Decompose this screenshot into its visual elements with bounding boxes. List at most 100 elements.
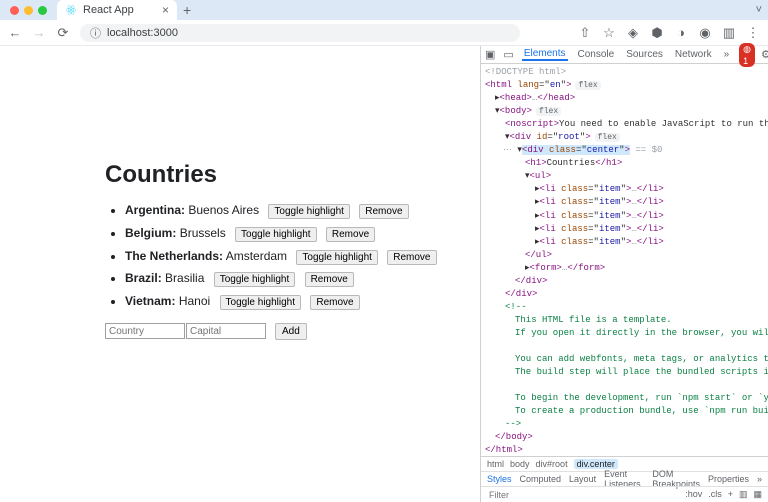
crumb-body[interactable]: body [510, 459, 530, 469]
window-maximize[interactable] [38, 6, 47, 15]
incognito-icon[interactable]: ◑ [674, 26, 688, 40]
country-capital: Brasilia [165, 271, 204, 285]
country-name: The Netherlands [125, 249, 219, 263]
country-input[interactable] [105, 323, 185, 339]
list-item: The Netherlands: Amsterdam Toggle highli… [125, 245, 405, 268]
country-name: Belgium [125, 226, 172, 240]
page-viewport: Countries Argentina: Buenos Aires Toggle… [0, 46, 480, 502]
bookmark-icon[interactable]: ☆ [602, 26, 616, 40]
tab-elements[interactable]: Elements [522, 48, 568, 61]
noscript-text: You need to enable JavaScript to run thi… [559, 119, 768, 129]
inspect-icon[interactable]: ▣ [485, 48, 495, 61]
toolbar-right: ⇧ ☆ ◈ ⬢ ◑ ◉ ▥ ⋮ [578, 26, 760, 40]
chevron-down-icon[interactable]: ˅ [756, 4, 762, 16]
device-toggle-icon[interactable]: ▭ [503, 48, 513, 61]
flex-badge: flex [595, 133, 620, 142]
back-icon[interactable]: ← [8, 26, 22, 40]
browser-window: React App × + ˅ ← → ⟳ ⓘ localhost:3000 ⇧… [0, 0, 768, 502]
toggle-highlight-button[interactable]: Toggle highlight [296, 250, 378, 265]
capital-input[interactable] [186, 323, 266, 339]
list-item: Belgium: Brussels Toggle highlight Remov… [125, 222, 405, 245]
content-area: Countries Argentina: Buenos Aires Toggle… [0, 46, 768, 502]
list-item: Brazil: Brasilia Toggle highlight Remove [125, 267, 405, 290]
tab-layout[interactable]: Layout [569, 474, 596, 484]
selected-indicator: == $0 [630, 145, 662, 155]
remove-button[interactable]: Remove [326, 227, 375, 242]
devtools-panel: ▣ ▭ Elements Console Sources Network » ◍… [480, 46, 768, 502]
computed-panel-icon[interactable]: ▥ [739, 489, 748, 500]
toggle-highlight-button[interactable]: Toggle highlight [220, 295, 302, 310]
toggle-highlight-button[interactable]: Toggle highlight [268, 204, 350, 219]
browser-tab[interactable]: React App × [57, 0, 177, 20]
tab-strip: React App × + ˅ [0, 0, 768, 20]
window-controls [10, 6, 47, 15]
flex-badge: flex [575, 81, 600, 90]
crumb-html[interactable]: html [487, 459, 504, 469]
country-capital: Hanoi [179, 294, 210, 308]
comment-line: If you open it directly in the browser, … [515, 328, 768, 338]
comment-line: To begin the development, run `npm start… [515, 393, 768, 403]
country-name: Brazil [125, 271, 158, 285]
tab-title: React App [83, 4, 134, 16]
window-minimize[interactable] [24, 6, 33, 15]
settings-icon[interactable]: ⚙ [761, 48, 768, 61]
site-info-icon[interactable]: ⓘ [90, 25, 101, 41]
error-count-badge[interactable]: ◍ 1 [739, 43, 755, 67]
dom-tree[interactable]: <!DOCTYPE html> <html lang="en">flex ▸<h… [481, 64, 768, 456]
comment-line: This HTML file is a template. [515, 315, 672, 325]
tab-console[interactable]: Console [576, 49, 617, 60]
comment-line: You can add webfonts, meta tags, or anal… [515, 354, 768, 364]
menu-icon[interactable]: ⋮ [746, 26, 760, 40]
remove-button[interactable]: Remove [359, 204, 408, 219]
remove-button[interactable]: Remove [310, 295, 359, 310]
comment-line: To create a production bundle, use `npm … [515, 406, 768, 416]
list-item: Argentina: Buenos Aires Toggle highlight… [125, 199, 405, 222]
tab-computed[interactable]: Computed [520, 474, 562, 484]
country-capital: Buenos Aires [188, 203, 259, 217]
remove-button[interactable]: Remove [387, 250, 436, 265]
address-bar[interactable]: ⓘ localhost:3000 [80, 24, 520, 42]
flex-badge: flex [536, 107, 561, 116]
cls-toggle[interactable]: .cls [708, 489, 722, 500]
styles-filter: :hov .cls + ▥ ▦ [481, 486, 768, 502]
country-capital: Amsterdam [226, 249, 287, 263]
window-close[interactable] [10, 6, 19, 15]
tab-sources[interactable]: Sources [624, 49, 665, 60]
reload-icon[interactable]: ⟳ [56, 26, 70, 40]
add-button[interactable]: Add [275, 323, 307, 340]
sidepanel-icon[interactable]: ▥ [722, 26, 736, 40]
profile-icon[interactable]: ◉ [698, 26, 712, 40]
hov-toggle[interactable]: :hov [685, 489, 702, 500]
remove-button[interactable]: Remove [305, 272, 354, 287]
country-name: Vietnam [125, 294, 171, 308]
toggle-highlight-button[interactable]: Toggle highlight [214, 272, 296, 287]
filter-input[interactable] [487, 489, 679, 501]
dom-h1-text: Countries [547, 158, 596, 168]
more-icon[interactable]: » [757, 474, 762, 484]
toggle-highlight-button[interactable]: Toggle highlight [235, 227, 317, 242]
address-text: localhost:3000 [107, 27, 178, 39]
tab-properties[interactable]: Properties [708, 474, 749, 484]
close-tab-icon[interactable]: × [162, 4, 169, 16]
share-icon[interactable]: ⇧ [578, 26, 592, 40]
add-country-form: Add [105, 323, 405, 340]
styles-tabs: Styles Computed Layout Event Listeners D… [481, 471, 768, 486]
crumb-root[interactable]: div#root [536, 459, 568, 469]
page-title: Countries [105, 161, 405, 189]
tab-network[interactable]: Network [673, 49, 714, 60]
tab-styles[interactable]: Styles [487, 474, 512, 484]
browser-toolbar: ← → ⟳ ⓘ localhost:3000 ⇧ ☆ ◈ ⬢ ◑ ◉ ▥ ⋮ [0, 20, 768, 46]
countries-app: Countries Argentina: Buenos Aires Toggle… [105, 161, 405, 340]
react-favicon-icon [65, 4, 77, 16]
crumb-center[interactable]: div.center [574, 459, 618, 469]
extensions-icon[interactable]: ◈ [626, 26, 640, 40]
more-tabs-icon[interactable]: » [722, 49, 732, 60]
new-tab-button[interactable]: + [183, 2, 191, 18]
new-style-button[interactable]: + [728, 489, 733, 500]
country-name: Argentina [125, 203, 181, 217]
sidebar-toggle-icon[interactable]: ▦ [753, 489, 762, 500]
dom-doctype: <!DOCTYPE html> [485, 67, 566, 77]
country-list: Argentina: Buenos Aires Toggle highlight… [105, 199, 405, 313]
devtools-tabs: ▣ ▭ Elements Console Sources Network » ◍… [481, 46, 768, 64]
extension-react-icon[interactable]: ⬢ [650, 26, 664, 40]
